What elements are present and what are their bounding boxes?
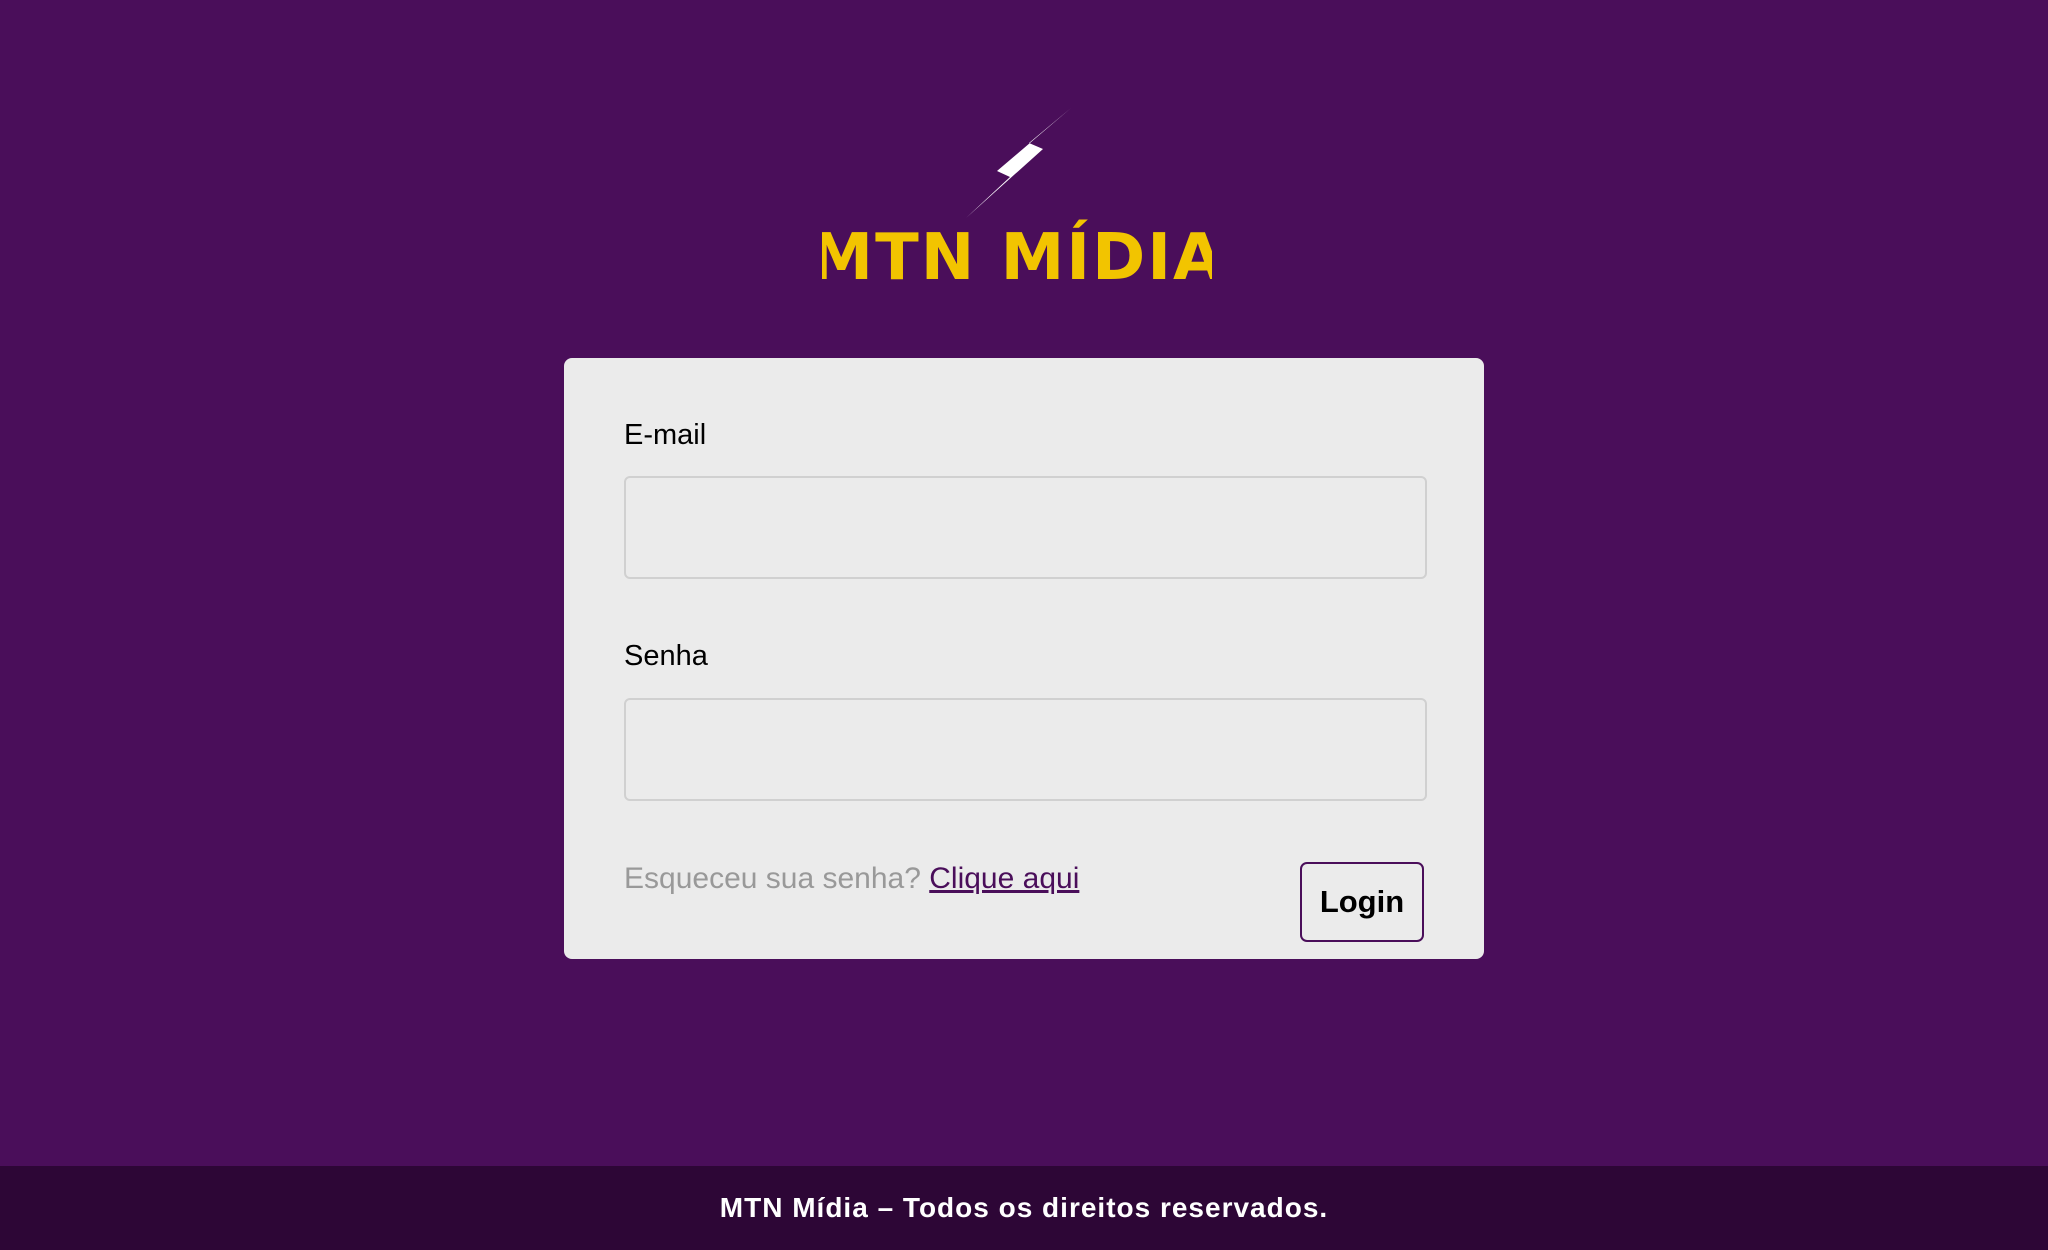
forgot-password-link[interactable]: Clique aqui (929, 862, 1079, 895)
email-input[interactable] (624, 476, 1427, 579)
footer-copyright: MTN Mídia – Todos os direitos reservados… (719, 1192, 1329, 1223)
email-label: E-mail (624, 419, 707, 451)
password-label: Senha (624, 640, 708, 672)
forgot-password-text: Esqueceu sua senha? Clique aqui (624, 864, 1079, 894)
lightning-bolt-icon (966, 108, 1071, 218)
footer: MTN Mídia – Todos os direitos reservados… (0, 1166, 2048, 1250)
login-card: E-mail Senha Esqueceu sua senha? Clique … (564, 358, 1484, 959)
forgot-password-prompt: Esqueceu sua senha? (624, 862, 921, 895)
password-input[interactable] (624, 698, 1427, 801)
brand-name: MTN MÍDIA (822, 219, 1212, 285)
brand-logo: MTN MÍDIA (822, 105, 1212, 285)
login-button[interactable]: Login (1300, 862, 1424, 942)
